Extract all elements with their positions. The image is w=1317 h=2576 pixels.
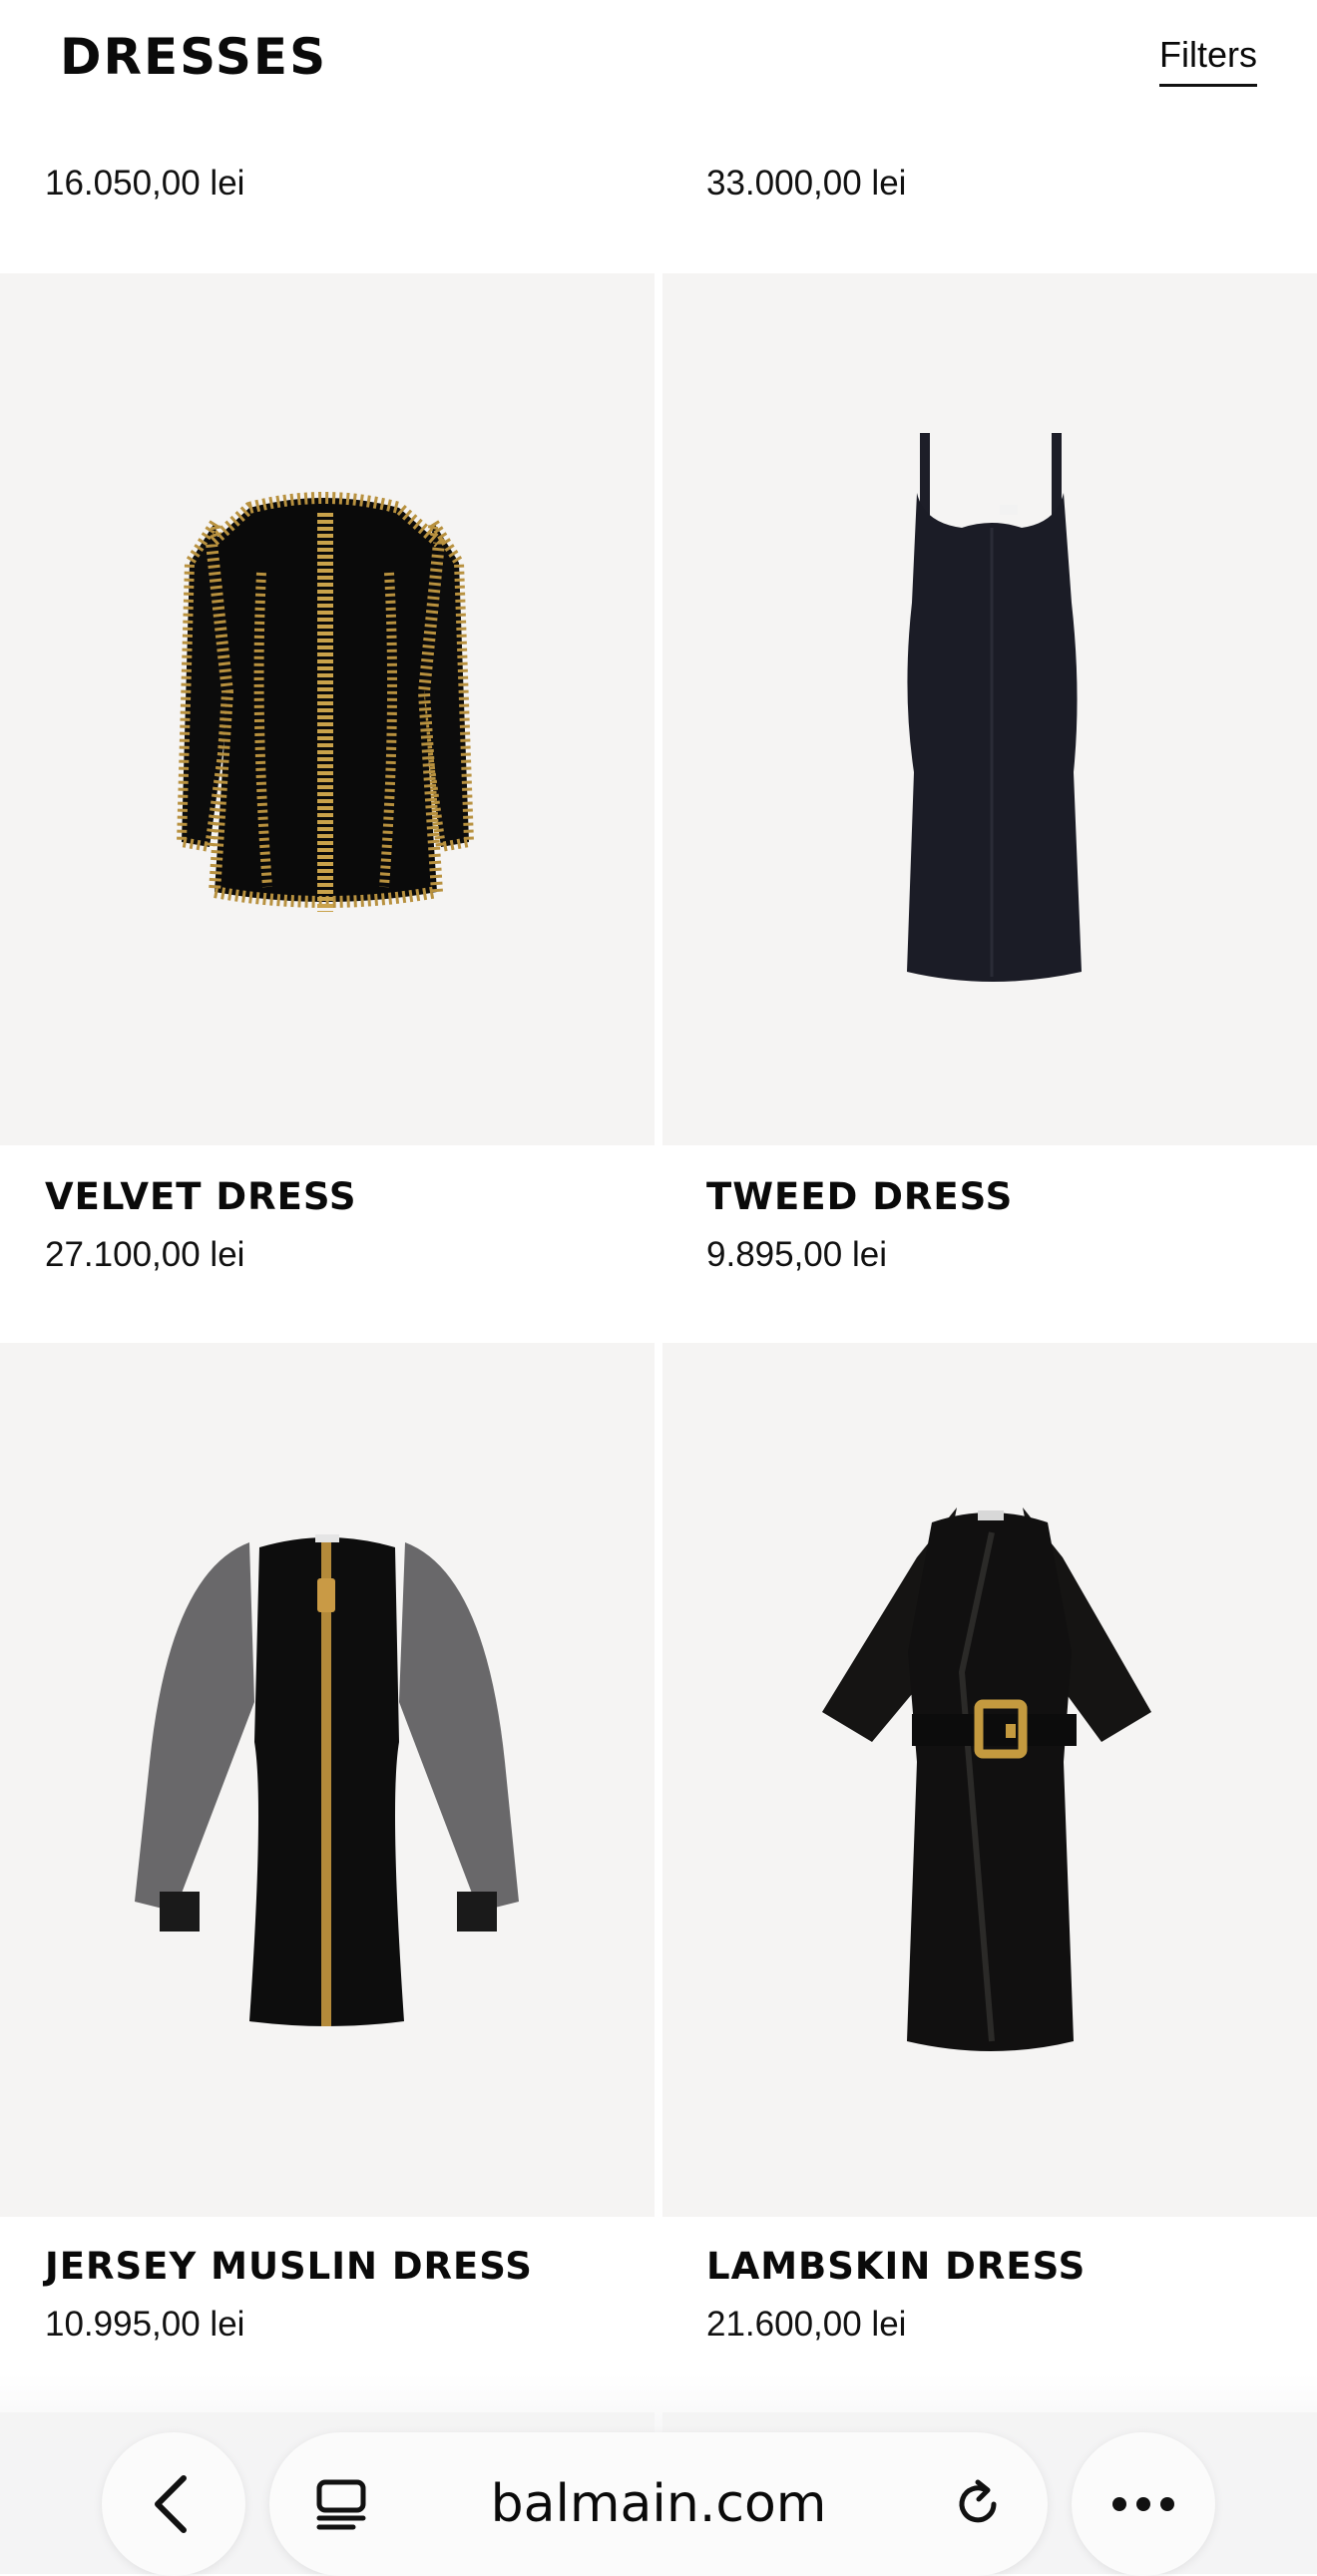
product-name[interactable]: VELVET DRESS [45, 1175, 357, 1218]
filters-button[interactable]: Filters [1159, 34, 1257, 87]
product-price: 33.000,00 lei [706, 164, 907, 203]
product-price: 21.600,00 lei [706, 2305, 907, 2344]
url-text[interactable]: balmain.com [269, 2474, 1048, 2534]
more-icon [1112, 2497, 1174, 2511]
reload-icon[interactable] [948, 2474, 1008, 2534]
product-name[interactable]: TWEED DRESS [706, 1175, 1013, 1218]
back-button[interactable] [102, 2432, 245, 2576]
velvet-dress-image [176, 492, 475, 912]
product-price: 27.100,00 lei [45, 1235, 245, 1274]
product-name[interactable]: LAMBSKIN DRESS [706, 2245, 1086, 2288]
page-header: DRESSES Filters [0, 0, 1317, 120]
lambskin-dress-image [822, 1507, 1151, 2051]
product-name[interactable]: JERSEY MUSLIN DRESS [45, 2245, 533, 2288]
product-image-velvet-dress[interactable] [0, 273, 655, 1145]
product-price: 16.050,00 lei [45, 164, 245, 203]
tweed-dress-image [907, 433, 1082, 982]
product-price: 9.895,00 lei [706, 1235, 887, 1274]
product-image-tweed-dress[interactable] [662, 273, 1317, 1145]
product-image-lambskin-dress[interactable] [662, 1343, 1317, 2217]
product-price: 10.995,00 lei [45, 2305, 245, 2344]
product-image-jersey-muslin-dress[interactable] [0, 1343, 655, 2217]
jersey-muslin-dress-image [135, 1534, 519, 2026]
page-title: DRESSES [60, 28, 328, 86]
address-bar[interactable]: balmain.com [269, 2432, 1048, 2576]
more-button[interactable] [1072, 2432, 1215, 2576]
chevron-left-icon [155, 2475, 187, 2533]
